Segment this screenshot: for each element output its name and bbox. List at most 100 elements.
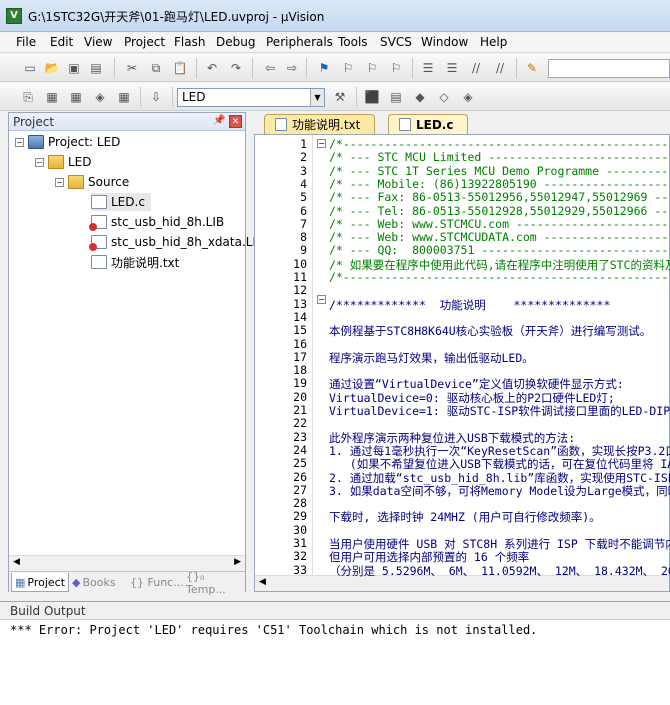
manage-components-icon[interactable]: ⬛ bbox=[362, 87, 382, 107]
fold-collapse-icon[interactable]: − bbox=[317, 295, 326, 304]
next-bookmark-icon[interactable]: ⚐ bbox=[362, 58, 382, 78]
tree-project-root[interactable]: − Project: LED bbox=[15, 133, 120, 151]
code-line: （分别是 5.5296M、 6M、 11.0592M、 12M、 18.432M… bbox=[329, 563, 670, 578]
pin-icon[interactable]: 📌 bbox=[213, 115, 225, 127]
tree-group-source[interactable]: − Source bbox=[55, 173, 129, 191]
tree-file-label: stc_usb_hid_8h_xdata.LIB bbox=[111, 235, 265, 249]
collapse-icon[interactable]: − bbox=[15, 137, 24, 147]
fold-collapse-icon[interactable]: − bbox=[317, 139, 326, 148]
clear-bookmarks-icon[interactable]: ⚐ bbox=[386, 58, 406, 78]
line-number-gutter: 1 2 3 4 5 6 7 8 9 10 11 12 13 14 15 16 17 18 19 20 21 22 23 24 2… bbox=[255, 135, 313, 577]
undo-icon[interactable]: ↶ bbox=[202, 58, 222, 78]
redo-icon[interactable]: ↷ bbox=[226, 58, 246, 78]
menu-file[interactable]: File bbox=[12, 35, 40, 49]
code-line: /* --- Tel: 86-0513-55012928,55012929,55… bbox=[329, 203, 670, 218]
download-icon[interactable]: ⇩ bbox=[146, 87, 166, 107]
paste-icon[interactable]: 📋 bbox=[170, 58, 190, 78]
tree-file-label: stc_usb_hid_8h.LIB bbox=[111, 215, 225, 229]
rebuild-icon[interactable]: ▦ bbox=[66, 87, 86, 107]
cut-icon[interactable]: ✂ bbox=[122, 58, 142, 78]
prev-bookmark-icon[interactable]: ⚐ bbox=[338, 58, 358, 78]
menu-svcs[interactable]: SVCS bbox=[376, 35, 416, 49]
tree-file-lib[interactable]: stc_usb_hid_8h.LIB bbox=[89, 213, 225, 231]
tab-label: 功能说明.txt bbox=[292, 118, 361, 132]
tab-readme-txt[interactable]: 功能说明.txt bbox=[264, 114, 376, 134]
find-input[interactable] bbox=[548, 59, 670, 78]
code-line: /* --- Fax: 86-0513-55012956,55012947,55… bbox=[329, 190, 670, 205]
line-number: 4 bbox=[300, 176, 307, 191]
chevron-down-icon[interactable]: ▼ bbox=[310, 89, 324, 106]
batch-build-icon[interactable]: ◈ bbox=[90, 87, 110, 107]
project-panel-tabs: ▦ Project ◆ Books {} Func... {}₀ Temp... bbox=[9, 570, 245, 596]
copy-icon[interactable]: ⧉ bbox=[146, 58, 166, 78]
library-file-icon bbox=[89, 215, 107, 231]
pack-installer-icon[interactable]: ◈ bbox=[458, 87, 478, 107]
menu-tools[interactable]: Tools bbox=[334, 35, 372, 49]
collapse-icon[interactable]: − bbox=[35, 157, 44, 167]
line-number: 18 bbox=[293, 363, 307, 378]
menu-help[interactable]: Help bbox=[476, 35, 511, 49]
tab-templates[interactable]: {}₀ Temp... bbox=[183, 570, 245, 596]
file-toolbar: ▭ 📂 ▣ ▤ ✂ ⧉ 📋 ↶ ↷ ⇦ ⇨ ⚑ ⚐ ⚐ ⚐ ☰ ☰ // // … bbox=[0, 54, 670, 82]
menu-view[interactable]: View bbox=[80, 35, 116, 49]
menu-debug[interactable]: Debug bbox=[212, 35, 259, 49]
code-line: 3. 如果data空间不够，可将Memory Model设为Large模式，同时… bbox=[329, 483, 670, 498]
line-number: 27 bbox=[293, 482, 307, 497]
line-number: 1 bbox=[300, 137, 307, 151]
target-select[interactable]: LED ▼ bbox=[177, 88, 325, 107]
build-icon[interactable]: ▦ bbox=[42, 87, 62, 107]
stop-build-icon[interactable]: ▦ bbox=[114, 87, 134, 107]
line-number: 23 bbox=[293, 429, 307, 444]
tab-project[interactable]: ▦ Project bbox=[11, 573, 70, 592]
line-number: 9 bbox=[300, 243, 307, 258]
tree-file-xdata-lib[interactable]: stc_usb_hid_8h_xdata.LIB bbox=[89, 233, 265, 251]
file-extensions-icon[interactable]: ▤ bbox=[386, 87, 406, 107]
collapse-icon[interactable]: − bbox=[55, 177, 64, 187]
line-number: 26 bbox=[293, 469, 307, 484]
line-number: 32 bbox=[293, 549, 307, 564]
line-number: 12 bbox=[293, 283, 307, 298]
uncomment-icon[interactable]: // bbox=[490, 58, 510, 78]
tab-led-c[interactable]: LED.c bbox=[388, 114, 469, 134]
menu-flash[interactable]: Flash bbox=[170, 35, 209, 49]
tab-functions[interactable]: {} Func... bbox=[127, 573, 187, 592]
menu-project[interactable]: Project bbox=[120, 35, 169, 49]
bookmark-icon[interactable]: ⚑ bbox=[314, 58, 334, 78]
line-number: 19 bbox=[293, 376, 307, 391]
save-icon[interactable]: ▣ bbox=[64, 58, 84, 78]
new-file-icon[interactable]: ▭ bbox=[20, 58, 40, 78]
nav-back-icon[interactable]: ⇦ bbox=[260, 58, 280, 78]
tree-target[interactable]: − LED bbox=[35, 153, 92, 171]
code-line: /* --- Web: www.STCMCU.com -------------… bbox=[329, 216, 670, 231]
menu-peripherals[interactable]: Peripherals bbox=[262, 35, 337, 49]
close-icon[interactable]: ✕ bbox=[229, 115, 242, 128]
line-number: 7 bbox=[300, 216, 307, 231]
code-line: /************* 功能说明 ************** bbox=[329, 297, 611, 312]
indent-icon[interactable]: ☰ bbox=[418, 58, 438, 78]
target-options-icon[interactable]: ⚒ bbox=[330, 87, 350, 107]
find-in-files-icon[interactable]: ✎ bbox=[522, 58, 542, 78]
scroll-right-icon[interactable]: ▶ bbox=[234, 557, 241, 567]
tree-file-txt[interactable]: 功能说明.txt bbox=[91, 253, 179, 271]
code-editor[interactable]: 1 2 3 4 5 6 7 8 9 10 11 12 13 14 15 16 17 18 19 20 21 22 23 24 2… bbox=[254, 134, 670, 592]
select-packs-icon[interactable]: ◇ bbox=[434, 87, 454, 107]
open-folder-icon[interactable]: 📂 bbox=[42, 58, 62, 78]
tree-file-led-c[interactable]: LED.c bbox=[91, 193, 151, 211]
menu-window[interactable]: Window bbox=[417, 35, 472, 49]
line-number: 8 bbox=[300, 230, 307, 245]
scroll-left-icon[interactable]: ◀ bbox=[13, 557, 20, 567]
save-all-icon[interactable]: ▤ bbox=[86, 58, 106, 78]
scroll-left-icon[interactable]: ◀ bbox=[259, 577, 266, 587]
translate-icon[interactable]: ⎘ bbox=[18, 87, 38, 107]
menu-edit[interactable]: Edit bbox=[46, 35, 77, 49]
tab-books[interactable]: ◆ Books bbox=[69, 573, 119, 592]
project-panel-header: Project 📌 ✕ bbox=[9, 113, 245, 131]
code-line: /* --- QQ: 800003751 -------------------… bbox=[329, 243, 670, 258]
line-number: 6 bbox=[300, 203, 307, 218]
comment-icon[interactable]: // bbox=[466, 58, 486, 78]
folder-icon bbox=[68, 175, 84, 189]
nav-forward-icon[interactable]: ⇨ bbox=[282, 58, 302, 78]
unindent-icon[interactable]: ☰ bbox=[442, 58, 462, 78]
editor-tab-bar: 功能说明.txt LED.c bbox=[254, 112, 670, 134]
manage-rte-icon[interactable]: ◆ bbox=[410, 87, 430, 107]
